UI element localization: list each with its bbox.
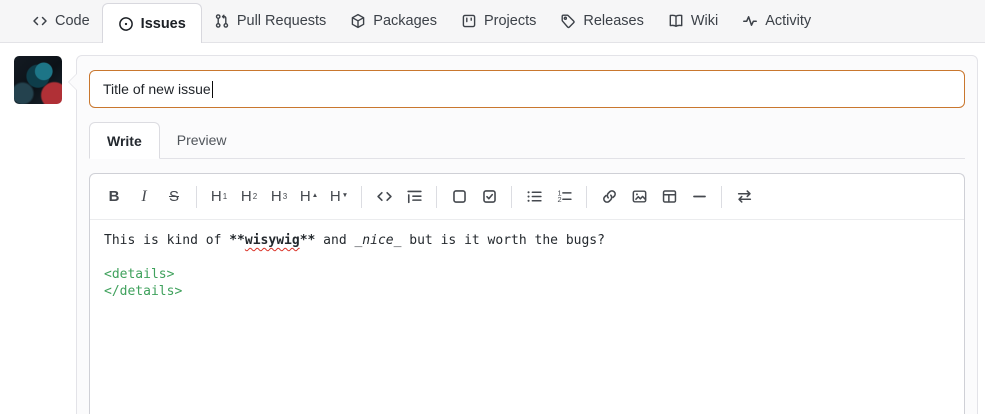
unordered-list-button[interactable] <box>519 182 549 211</box>
list-ordered-icon: 12 <box>557 188 572 204</box>
heading-2-button[interactable]: H2 <box>234 182 264 211</box>
bold-markup: ** <box>229 233 245 248</box>
heading-1-button[interactable]: H1 <box>204 182 234 211</box>
nav-tab-label: Projects <box>483 13 537 29</box>
text-segment: and <box>315 233 355 248</box>
switch-editor-icon <box>737 190 751 203</box>
html-tag-close: </details> <box>104 284 183 299</box>
issue-opened-icon <box>118 16 133 31</box>
horizontal-rule-button[interactable] <box>684 182 714 211</box>
nav-tab-label: Packages <box>373 13 437 29</box>
nav-tab-label: Activity <box>765 13 812 29</box>
bold-button[interactable]: B <box>99 182 129 211</box>
nav-tab-label: Releases <box>583 13 644 29</box>
nav-tab-label: Code <box>55 13 90 29</box>
toolbar-divider <box>361 185 362 208</box>
tab-write[interactable]: Write <box>89 122 160 159</box>
new-issue-form: Title of new issue Write Preview B I S H… <box>68 55 978 414</box>
text-segment: but is it worth the bugs? <box>401 233 605 248</box>
pulse-icon <box>743 16 758 26</box>
book-icon <box>669 14 683 27</box>
nav-tab-releases[interactable]: Releases <box>548 0 655 42</box>
nav-tab-label: Pull Requests <box>236 13 327 29</box>
toolbar-divider <box>196 185 197 208</box>
toolbar-divider <box>511 185 512 208</box>
code-icon <box>376 191 392 202</box>
nav-tab-activity[interactable]: Activity <box>730 0 823 42</box>
user-avatar[interactable] <box>14 56 62 104</box>
checkbox-icon <box>452 190 466 203</box>
heading-increase-button[interactable]: H ▲ <box>294 182 324 211</box>
markdown-textarea[interactable]: This is kind of **wisywig** and _nice_ b… <box>90 220 964 312</box>
text-caret <box>211 80 214 98</box>
repo-nav: Code Issues Pull Requests Packages Proje… <box>0 0 985 43</box>
horizontal-rule-icon <box>692 195 706 198</box>
text-segment: This is kind of <box>104 233 230 248</box>
nav-tab-packages[interactable]: Packages <box>338 0 449 42</box>
nav-tab-label: Wiki <box>690 13 719 29</box>
italic-button[interactable]: I <box>129 182 159 211</box>
issue-title-value: Title of new issue <box>103 81 211 97</box>
toolbar-divider <box>721 185 722 208</box>
link-icon <box>602 190 616 203</box>
image-icon <box>632 190 646 203</box>
issue-title-input[interactable]: Title of new issue <box>89 70 965 108</box>
strikethrough-button[interactable]: S <box>159 182 189 211</box>
italic-markup: _nice_ <box>354 233 402 248</box>
markdown-toolbar: B I S H1 H2 H3 H ▲ H ▼ 1 2 <box>90 174 964 220</box>
list-unordered-icon <box>526 191 542 202</box>
table-icon <box>662 190 676 203</box>
code-icon <box>33 16 47 26</box>
checkbox-button[interactable] <box>444 182 474 211</box>
bold-markup: ** <box>299 233 316 248</box>
tag-icon <box>561 14 576 29</box>
markdown-editor: B I S H1 H2 H3 H ▲ H ▼ 1 2 This is kind … <box>89 173 965 414</box>
ordered-list-button[interactable]: 12 <box>549 182 579 211</box>
tab-write-label: Write <box>107 133 142 149</box>
nav-tab-issues[interactable]: Issues <box>101 3 202 43</box>
editor-tabs: Write Preview <box>89 122 965 159</box>
tab-preview-label: Preview <box>176 132 227 148</box>
quote-button[interactable] <box>399 182 429 211</box>
switch-editor-button[interactable] <box>729 182 759 211</box>
toolbar-divider <box>586 185 587 208</box>
issue-compose-page: Code Issues Pull Requests Packages Proje… <box>0 0 985 414</box>
nav-tab-projects[interactable]: Projects <box>449 0 548 42</box>
misspelled-word: wisywig <box>244 233 300 248</box>
image-button[interactable] <box>624 182 654 211</box>
nav-tab-code[interactable]: Code <box>20 0 102 42</box>
checkbox-checked-icon <box>482 190 496 203</box>
package-icon <box>351 13 365 29</box>
html-tag-open: <details> <box>104 267 175 282</box>
nav-tab-pull-requests[interactable]: Pull Requests <box>202 0 338 42</box>
table-button[interactable] <box>654 182 684 211</box>
link-button[interactable] <box>594 182 624 211</box>
svg-text:2: 2 <box>557 195 561 204</box>
project-board-icon <box>462 14 476 28</box>
code-button[interactable] <box>369 182 399 211</box>
nav-tab-label: Issues <box>140 15 186 32</box>
nav-tab-wiki[interactable]: Wiki <box>656 0 730 42</box>
checkbox-checked-button[interactable] <box>474 182 504 211</box>
toolbar-divider <box>436 185 437 208</box>
tab-preview[interactable]: Preview <box>160 122 244 158</box>
heading-decrease-button[interactable]: H ▼ <box>324 182 354 211</box>
quote-icon <box>406 190 422 204</box>
heading-3-button[interactable]: H3 <box>264 182 294 211</box>
git-pull-request-icon <box>215 14 229 28</box>
